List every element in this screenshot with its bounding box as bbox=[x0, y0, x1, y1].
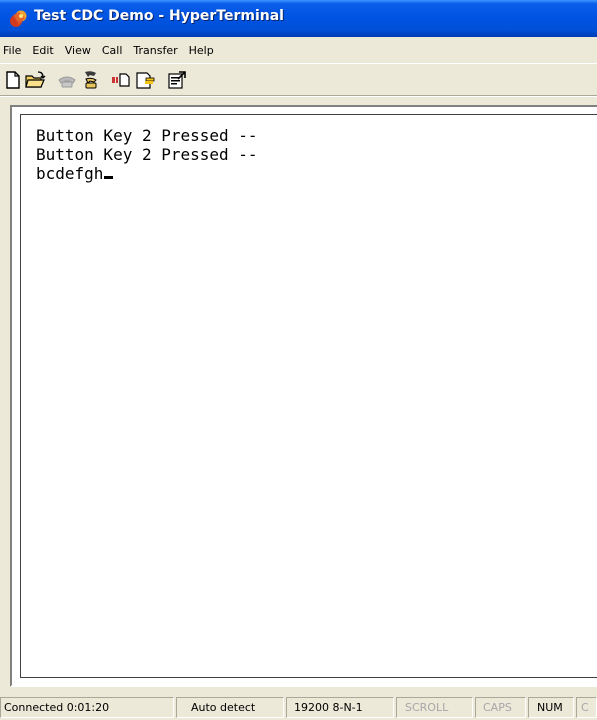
menu-help[interactable]: Help bbox=[183, 44, 219, 57]
terminal-line: bcdefgh bbox=[36, 164, 258, 183]
new-connection-button[interactable] bbox=[2, 69, 24, 91]
menu-bar: File Edit View Call Transfer Help bbox=[0, 37, 597, 63]
terminal-line: Button Key 2 Pressed -- bbox=[36, 126, 258, 145]
phone-icon bbox=[58, 76, 76, 88]
new-document-icon bbox=[6, 71, 20, 89]
send-button[interactable] bbox=[110, 69, 132, 91]
status-bar: Connected 0:01:20 Auto detect 19200 8-N-… bbox=[0, 695, 597, 720]
toolbar-separator bbox=[0, 95, 597, 97]
menu-transfer[interactable]: Transfer bbox=[127, 44, 182, 57]
status-caps: CAPS bbox=[475, 697, 526, 718]
receive-file-icon bbox=[136, 72, 155, 89]
menu-file[interactable]: File bbox=[0, 44, 26, 57]
properties-icon bbox=[168, 71, 186, 89]
hyperterminal-app-icon[interactable] bbox=[9, 9, 29, 29]
menu-call[interactable]: Call bbox=[96, 44, 128, 57]
menu-view[interactable]: View bbox=[59, 44, 96, 57]
status-settings: 19200 8-N-1 bbox=[286, 697, 394, 718]
menu-edit[interactable]: Edit bbox=[26, 44, 58, 57]
status-connected: Connected 0:01:20 bbox=[0, 697, 174, 718]
text-cursor bbox=[104, 176, 114, 179]
terminal-line: Button Key 2 Pressed -- bbox=[36, 145, 258, 164]
window-title: Test CDC Demo - HyperTerminal bbox=[34, 8, 284, 24]
receive-button[interactable] bbox=[134, 69, 156, 91]
open-button[interactable] bbox=[24, 69, 46, 91]
toolbar bbox=[0, 63, 597, 95]
status-scroll: SCROLL bbox=[396, 697, 473, 718]
properties-button[interactable] bbox=[166, 69, 188, 91]
status-num: NUM bbox=[528, 697, 574, 718]
title-bar[interactable]: Test CDC Demo - HyperTerminal bbox=[0, 0, 597, 37]
disconnect-button[interactable] bbox=[80, 69, 102, 91]
terminal-screen[interactable] bbox=[20, 114, 597, 678]
hang-up-phone-icon bbox=[85, 71, 97, 89]
open-folder-icon bbox=[25, 71, 46, 88]
connect-button[interactable] bbox=[56, 69, 78, 91]
terminal-output[interactable]: Button Key 2 Pressed -- Button Key 2 Pre… bbox=[36, 126, 258, 183]
status-capture: C bbox=[576, 697, 597, 718]
terminal-line-text: bcdefgh bbox=[36, 164, 104, 183]
status-detect: Auto detect bbox=[176, 697, 284, 718]
send-file-icon bbox=[112, 73, 130, 87]
